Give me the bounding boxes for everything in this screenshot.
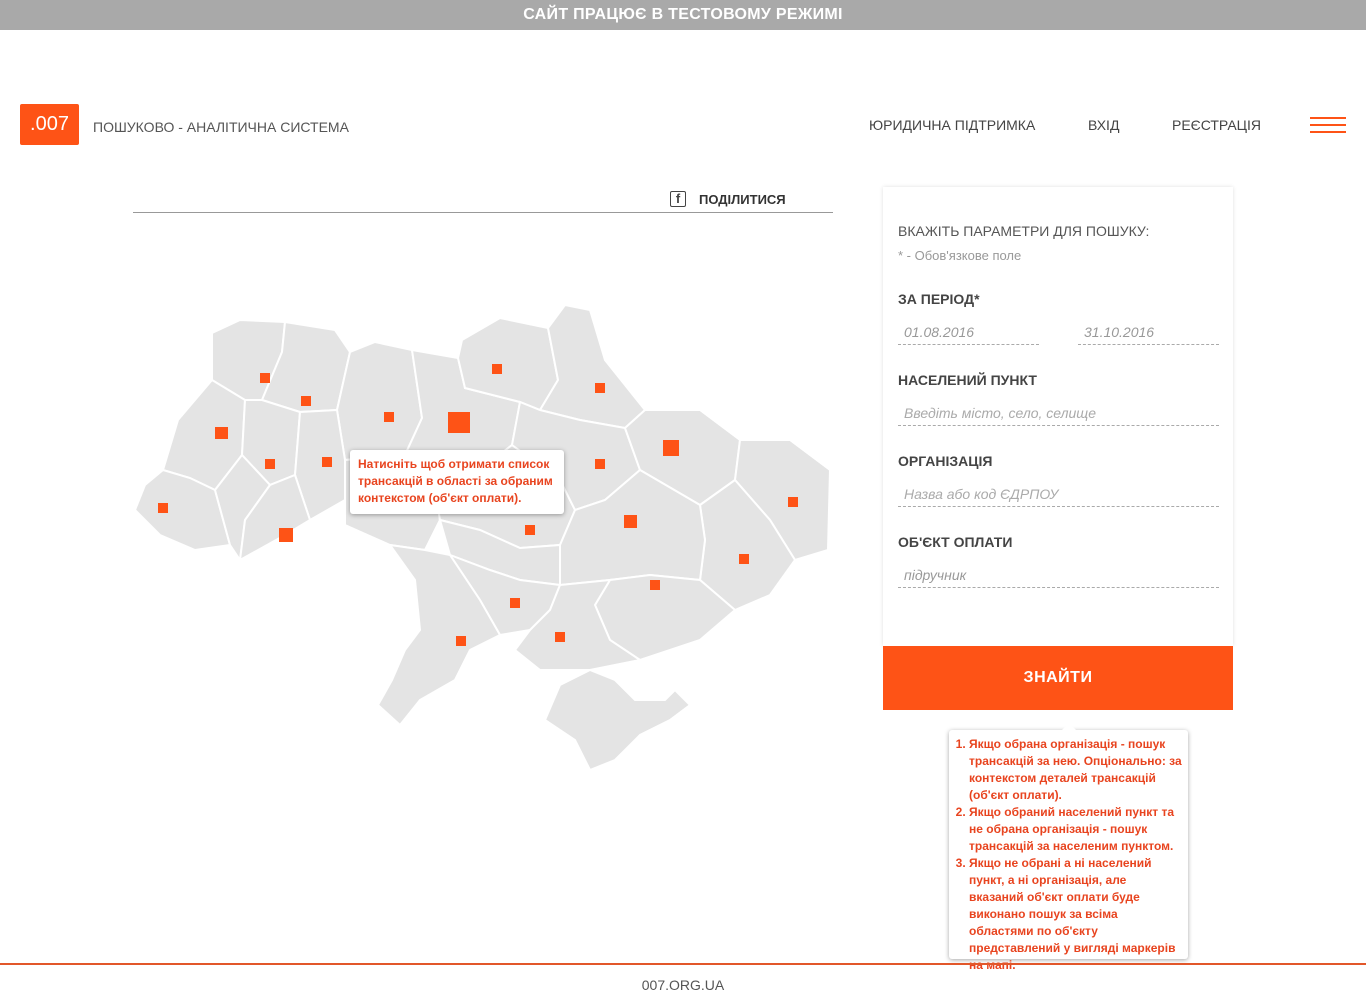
- date-to-field[interactable]: [1078, 319, 1219, 345]
- organization-input[interactable]: [898, 481, 1219, 507]
- marker-dnipropetrovsk[interactable]: [624, 515, 637, 528]
- locality-input[interactable]: [898, 400, 1219, 426]
- map-tooltip: Натисніть щоб отримати список трансакцій…: [350, 450, 564, 514]
- marker-odesa[interactable]: [456, 636, 466, 646]
- date-from-field[interactable]: [898, 319, 1039, 345]
- marker-sumy[interactable]: [595, 383, 605, 393]
- nav-legal-support[interactable]: ЮРИДИЧНА ПІДТРИМКА: [869, 117, 1035, 133]
- marker-kharkiv[interactable]: [663, 440, 679, 456]
- region-sumy[interactable]: [538, 303, 647, 430]
- marker-ternopil[interactable]: [265, 459, 275, 469]
- share-divider: [133, 212, 833, 213]
- organization-label: ОРГАНІЗАЦІЯ: [898, 453, 993, 469]
- marker-donetsk[interactable]: [739, 554, 749, 564]
- marker-chernihiv[interactable]: [492, 364, 502, 374]
- marker-zaporizhzhia[interactable]: [650, 580, 660, 590]
- marker-mykolaiv[interactable]: [510, 598, 520, 608]
- marker-cherkasy[interactable]: [525, 525, 535, 535]
- marker-zhytomyr[interactable]: [384, 412, 394, 422]
- menu-icon[interactable]: [1310, 117, 1346, 133]
- region-zhytomyr[interactable]: [335, 340, 424, 462]
- marker-khmelnytskyi[interactable]: [322, 457, 332, 467]
- ukraine-map[interactable]: [125, 295, 845, 785]
- marker-rivne[interactable]: [301, 396, 311, 406]
- locality-label: НАСЕЛЕНИЙ ПУНКТ: [898, 372, 1037, 388]
- help-item: Якщо обрана організація - пошук трансакц…: [969, 736, 1182, 804]
- find-button[interactable]: ЗНАЙТИ: [883, 646, 1233, 710]
- nav-login[interactable]: ВХІД: [1088, 117, 1119, 133]
- marker-lviv[interactable]: [215, 427, 228, 439]
- footer-divider: [0, 963, 1366, 965]
- marker-zakarpattia[interactable]: [158, 503, 168, 513]
- marker-kyiv[interactable]: [448, 412, 470, 433]
- nav-register[interactable]: РЕЄСТРАЦІЯ: [1172, 117, 1261, 133]
- search-title: ВКАЖІТЬ ПАРАМЕТРИ ДЛЯ ПОШУКУ:: [898, 223, 1150, 239]
- help-item: Якщо обраний населений пункт та не обран…: [969, 804, 1182, 855]
- required-note: * - Обов'язкове поле: [898, 248, 1022, 263]
- marker-chernivtsi[interactable]: [279, 528, 293, 542]
- period-label: ЗА ПЕРІОД*: [898, 291, 980, 307]
- region-crimea[interactable]: [543, 668, 692, 772]
- facebook-icon[interactable]: f: [670, 191, 686, 207]
- search-panel: ВКАЖІТЬ ПАРАМЕТРИ ДЛЯ ПОШУКУ: * - Обов'я…: [883, 187, 1233, 646]
- marker-poltava[interactable]: [595, 459, 605, 469]
- search-help-tooltip: Якщо обрана організація - пошук трансакц…: [949, 723, 1188, 972]
- marker-volyn[interactable]: [260, 373, 270, 383]
- share-button[interactable]: ПОДІЛИТИСЯ: [699, 192, 786, 207]
- site-tagline: ПОШУКОВО - АНАЛІТИЧНА СИСТЕМА: [93, 119, 349, 135]
- payment-object-input[interactable]: [898, 562, 1219, 588]
- payment-object-label: ОБ'ЄКТ ОПЛАТИ: [898, 534, 1013, 550]
- help-item: Якщо не обрані а ні населений пункт, а н…: [969, 855, 1182, 974]
- marker-kherson[interactable]: [555, 632, 565, 642]
- footer-domain[interactable]: 007.ORG.UA: [0, 977, 1366, 993]
- logo[interactable]: .007: [20, 104, 79, 145]
- marker-luhansk[interactable]: [788, 497, 798, 507]
- test-mode-banner: САЙТ ПРАЦЮЄ В ТЕСТОВОМУ РЕЖИМІ: [0, 0, 1366, 30]
